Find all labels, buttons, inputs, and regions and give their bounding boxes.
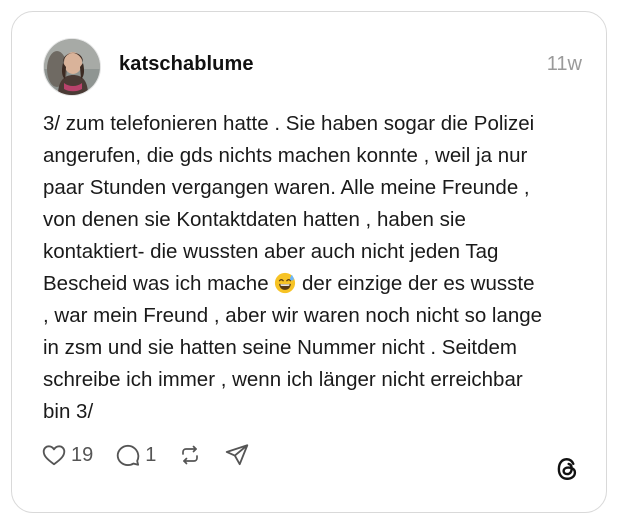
share-button[interactable] [224, 442, 250, 468]
post-text-segment: Bescheid was ich mache [43, 272, 269, 295]
post-text-line-with-emoji: Bescheid was ich mache der einzige der e… [43, 268, 591, 300]
post-text-line: angerufen, die gds nichts machen konnte … [43, 144, 528, 167]
post-text-line: schreibe ich immer , wenn ich länger nic… [43, 368, 523, 391]
send-icon [226, 444, 249, 466]
reply-button[interactable]: 1 [115, 442, 156, 468]
post-text-line: 3/ zum telefonieren hatte . Sie haben so… [43, 112, 535, 135]
reply-count: 1 [145, 443, 157, 466]
heart-icon [42, 445, 66, 466]
threads-logo-icon[interactable] [554, 456, 580, 482]
post-text-line: von denen sie Kontaktdaten hatten , habe… [43, 208, 466, 231]
post-text-line: kontaktiert- die wussten aber auch nicht… [43, 240, 499, 263]
post-card: katschablume 11w 3/ zum telefonieren hat… [11, 11, 607, 513]
repost-icon [182, 445, 199, 465]
action-bar: 19 1 [41, 440, 250, 470]
post-text-line: bin 3/ [43, 400, 94, 423]
post-text-segment: der einzige der es wusste [296, 272, 535, 295]
post-text-line: paar Stunden vergangen waren. Alle meine… [43, 176, 530, 199]
like-count: 19 [71, 443, 94, 466]
username[interactable]: katschablume [119, 53, 254, 76]
avatar[interactable] [43, 38, 101, 96]
grinning-sweat-emoji-icon [275, 272, 296, 294]
post-text-line: , war mein Freund , aber wir waren noch … [43, 304, 543, 327]
repost-button[interactable] [178, 443, 202, 467]
post-time[interactable]: 11w [547, 53, 582, 76]
like-button[interactable]: 19 [41, 442, 93, 468]
comment-icon [117, 444, 140, 466]
post-text-line: in zsm und sie hatten seine Nummer nicht… [43, 336, 517, 359]
post-text: 3/ zum telefonieren hatte . Sie haben so… [43, 108, 591, 428]
